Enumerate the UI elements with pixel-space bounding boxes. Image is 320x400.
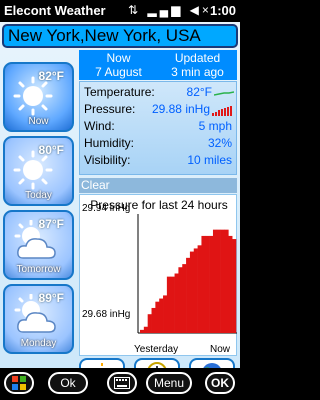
updated-label: Updated — [174, 51, 221, 65]
weather-app: New York,New York, USA 82°F Now 80°F Tod… — [0, 22, 240, 387]
taskbar: Ok Menu OK — [0, 368, 240, 400]
tile-temp: 80°F — [38, 143, 64, 157]
temperature-trend-icon — [214, 91, 234, 96]
forecast-tile-monday[interactable]: 89°F Monday — [3, 284, 74, 354]
condition-value: 5 mph — [198, 119, 232, 133]
condition-key: Temperature: — [84, 85, 155, 99]
condition-text: Clear — [79, 178, 237, 193]
observation-now: Now 7 August — [79, 51, 158, 79]
condition-key: Visibility: — [84, 153, 131, 167]
condition-key: Pressure: — [84, 102, 136, 116]
observation-header: Now 7 August Updated 3 min ago — [79, 50, 237, 80]
tile-label: Tomorrow — [16, 264, 61, 275]
tile-label: Today — [25, 190, 52, 201]
tile-temp: 89°F — [38, 291, 64, 305]
app-title: Elecont Weather — [4, 3, 106, 18]
tile-label: Now — [28, 116, 49, 127]
forecast-tile-today[interactable]: 80°F Today — [3, 136, 74, 206]
conditions-panel: Temperature: 82°F Pressure: 29.88 inHg W… — [79, 81, 237, 175]
windows-logo-icon — [12, 376, 26, 390]
ok-round-button[interactable]: OK — [205, 372, 235, 394]
condition-row: Humidity: 32% — [84, 136, 234, 151]
clock-time: 1:00 — [209, 3, 236, 18]
menu-softkey[interactable]: Menu — [146, 372, 192, 394]
tile-temp: 82°F — [38, 69, 64, 83]
updated-ago: 3 min ago — [171, 65, 224, 79]
pressure-bar — [163, 295, 168, 333]
observation-updated: Updated 3 min ago — [158, 51, 237, 79]
chart-y-tick-label: 29.94 inHg — [82, 203, 130, 214]
keyboard-button[interactable] — [107, 372, 137, 394]
chart-bars — [140, 229, 237, 333]
pressure-bar — [197, 245, 202, 333]
chart-x-tick-label: Yesterday — [134, 344, 178, 355]
pressure-bar — [201, 235, 206, 333]
date-label: 7 August — [95, 65, 142, 79]
chart-y-tick-label: 29.68 inHg — [82, 309, 130, 320]
pressure-trend-icon — [212, 106, 232, 116]
pressure-chart-svg: 29.94 inHg 29.68 inHg Yesterday Now — [82, 203, 237, 355]
condition-key: Humidity: — [84, 136, 135, 150]
pressure-bar — [140, 329, 145, 333]
pressure-bar — [170, 276, 175, 333]
pressure-bar — [151, 307, 156, 333]
start-button[interactable] — [4, 372, 34, 394]
location-title[interactable]: New York,New York, USA — [2, 24, 238, 48]
pressure-bar — [147, 314, 152, 333]
condition-row: Temperature: 82°F — [84, 85, 234, 100]
pressure-bar — [143, 326, 148, 333]
pressure-bar — [193, 248, 198, 333]
condition-row: Wind: 5 mph — [84, 119, 234, 134]
pressure-bar — [166, 276, 172, 333]
pressure-bar — [228, 235, 233, 333]
pressure-bar — [224, 229, 229, 333]
pressure-bar — [186, 257, 191, 333]
pressure-bar — [216, 229, 221, 333]
status-icons: ⇅ ▂▄▆ ◀× — [128, 3, 212, 17]
pressure-bar — [220, 229, 225, 333]
tile-label: Monday — [20, 338, 57, 349]
pressure-bar — [155, 301, 160, 333]
tile-temp: 87°F — [38, 217, 64, 231]
condition-row: Visibility: 10 miles — [84, 153, 234, 168]
ok-softkey[interactable]: Ok — [48, 372, 88, 394]
pressure-bar — [178, 267, 183, 333]
keyboard-icon — [114, 377, 130, 389]
forecast-tile-tomorrow[interactable]: 87°F Tomorrow — [3, 210, 74, 280]
pressure-bar — [209, 235, 214, 333]
condition-value: 32% — [207, 136, 232, 150]
pressure-bar — [232, 239, 237, 333]
pressure-bar — [205, 235, 210, 333]
forecast-tile-now[interactable]: 82°F Now — [3, 62, 74, 132]
now-label: Now — [106, 51, 131, 65]
status-bar: Elecont Weather ⇅ ▂▄▆ ◀× 1:00 — [0, 0, 240, 22]
pressure-bar — [189, 251, 195, 333]
pressure-bar — [182, 264, 187, 333]
pressure-bar — [212, 229, 218, 333]
pressure-bar — [159, 298, 164, 333]
condition-value: 82°F — [186, 85, 212, 99]
condition-value: 10 miles — [187, 153, 232, 167]
pressure-bar — [174, 273, 179, 333]
condition-value: 29.88 inHg — [151, 102, 210, 116]
condition-row: Pressure: 29.88 inHg — [84, 102, 234, 117]
chart-x-tick-label: Now — [210, 344, 231, 355]
condition-key: Wind: — [84, 119, 115, 133]
pressure-chart[interactable]: Pressure for last 24 hours 29.94 inHg 29… — [79, 194, 237, 356]
